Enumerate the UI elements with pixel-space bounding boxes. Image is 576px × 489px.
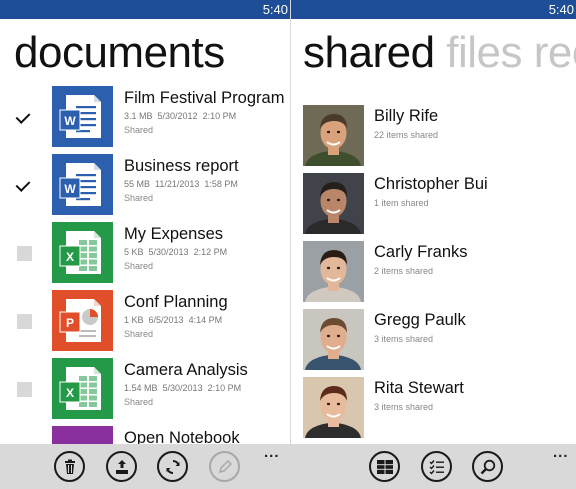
document-status: Shared	[124, 397, 154, 407]
select-checkbox[interactable]	[17, 314, 32, 329]
document-meta: 5 KB 5/30/2013 2:12 PM	[124, 247, 227, 257]
svg-text:W: W	[64, 182, 76, 196]
document-size: 5 KB	[124, 247, 144, 257]
word-file-icon: W	[52, 154, 113, 215]
person-item[interactable]: Billy Rife 22 items shared	[291, 105, 576, 167]
pivot-header: shared files rec	[303, 28, 576, 78]
excel-file-icon: X	[52, 222, 113, 283]
person-item[interactable]: Carly Franks 2 items shared	[291, 241, 576, 303]
shared-screen: 5:40 shared files rec Billy Rife 22 item…	[291, 0, 576, 489]
excel-file-icon: X	[52, 358, 113, 419]
items-shared-count: 22 items shared	[374, 130, 439, 140]
edit-button[interactable]	[209, 451, 240, 482]
document-name: Camera Analysis	[124, 361, 248, 379]
search-icon	[480, 459, 495, 474]
select-checkbox[interactable]	[17, 178, 32, 193]
document-item[interactable]: W Film Festival Program 3.1 MB 5/30/2012 2…	[0, 86, 290, 148]
document-item[interactable]: X Camera Analysis 1.54 MB 5/30/2013 2:10 P…	[0, 358, 290, 420]
status-bar: 5:40	[0, 0, 290, 19]
pivot-item-recent[interactable]: rec	[534, 28, 576, 77]
documents-screen: 5:40 documents W Film Festival Program 3…	[0, 0, 290, 489]
page-title: documents	[14, 28, 225, 77]
document-meta: 1.54 MB 5/30/2013 2:10 PM	[124, 383, 241, 393]
upload-icon	[115, 459, 128, 474]
search-button[interactable]	[472, 451, 503, 482]
select-checkbox[interactable]	[17, 382, 32, 397]
person-item[interactable]: Gregg Paulk 3 items shared	[291, 309, 576, 371]
document-date: 6/5/2013	[148, 315, 184, 325]
select-checkbox[interactable]	[17, 246, 32, 261]
checklist-icon	[429, 459, 444, 475]
upload-button[interactable]	[106, 451, 137, 482]
document-meta: 1 KB 6/5/2013 4:14 PM	[124, 315, 222, 325]
sync-icon	[165, 459, 180, 474]
avatar	[303, 105, 364, 166]
document-time: 2:12 PM	[193, 247, 228, 257]
status-bar: 5:40	[291, 0, 576, 19]
svg-text:X: X	[66, 386, 74, 400]
document-size: 1.54 MB	[124, 383, 158, 393]
document-date: 5/30/2013	[148, 247, 189, 257]
document-status: Shared	[124, 261, 154, 271]
avatar	[303, 377, 364, 438]
document-meta: 3.1 MB 5/30/2012 2:10 PM	[124, 111, 236, 121]
pivot-item-shared[interactable]: shared	[303, 28, 435, 77]
document-date: 5/30/2013	[162, 383, 203, 393]
app-bar: ...	[0, 444, 290, 489]
svg-text:X: X	[66, 250, 74, 264]
person-name: Carly Franks	[374, 243, 468, 261]
grid-view-button[interactable]	[369, 451, 400, 482]
document-size: 3.1 MB	[124, 111, 153, 121]
document-time: 2:10 PM	[202, 111, 237, 121]
document-name: Film Festival Program	[124, 89, 285, 107]
app-bar: ...	[291, 444, 576, 489]
person-name: Billy Rife	[374, 107, 439, 125]
svg-text:W: W	[64, 114, 76, 128]
clock: 5:40	[548, 2, 574, 17]
items-shared-count: 1 item shared	[374, 198, 429, 208]
avatar	[303, 241, 364, 302]
document-item[interactable]: W Business report 55 MB 11/21/2013 1:58 PM…	[0, 154, 290, 216]
items-shared-count: 2 items shared	[374, 266, 434, 276]
items-shared-count: 3 items shared	[374, 402, 434, 412]
document-date: 11/21/2013	[155, 179, 200, 189]
person-name: Christopher Bui	[374, 175, 488, 193]
pivot-item-files[interactable]: files	[446, 28, 522, 77]
clock: 5:40	[262, 2, 288, 17]
document-time: 4:14 PM	[188, 315, 223, 325]
person-name: Rita Stewart	[374, 379, 464, 397]
document-size: 1 KB	[124, 315, 144, 325]
document-item[interactable]: P Conf Planning 1 KB 6/5/2013 4:14 PM Shar…	[0, 290, 290, 352]
document-time: 1:58 PM	[204, 179, 238, 189]
document-size: 55 MB	[124, 179, 151, 189]
document-name: My Expenses	[124, 225, 224, 243]
document-status: Shared	[124, 125, 154, 135]
grid-icon	[376, 459, 393, 474]
document-status: Shared	[124, 193, 154, 203]
person-item[interactable]: Rita Stewart 3 items shared	[291, 377, 576, 439]
document-date: 5/30/2012	[157, 111, 198, 121]
avatar	[303, 309, 364, 370]
word-file-icon: W	[52, 86, 113, 147]
items-shared-count: 3 items shared	[374, 334, 434, 344]
person-name: Gregg Paulk	[374, 311, 466, 329]
select-checkbox[interactable]	[17, 110, 32, 125]
document-name: Conf Planning	[124, 293, 228, 311]
more-menu[interactable]: ...	[553, 444, 569, 461]
sync-button[interactable]	[157, 451, 188, 482]
person-item[interactable]: Christopher Bui 1 item shared	[291, 173, 576, 235]
powerpoint-file-icon: P	[52, 290, 113, 351]
delete-button[interactable]	[54, 451, 85, 482]
svg-text:P: P	[66, 316, 74, 330]
document-status: Shared	[124, 329, 154, 339]
document-item[interactable]: X My Expenses 5 KB 5/30/2013 2:12 PM Share…	[0, 222, 290, 284]
select-list-button[interactable]	[421, 451, 452, 482]
more-menu[interactable]: ...	[264, 444, 280, 461]
pencil-icon	[218, 459, 232, 473]
avatar	[303, 173, 364, 234]
document-meta: 55 MB 11/21/2013 1:58 PM	[124, 179, 238, 189]
document-name: Business report	[124, 157, 239, 175]
trash-icon	[64, 459, 75, 474]
document-time: 2:10 PM	[207, 383, 242, 393]
